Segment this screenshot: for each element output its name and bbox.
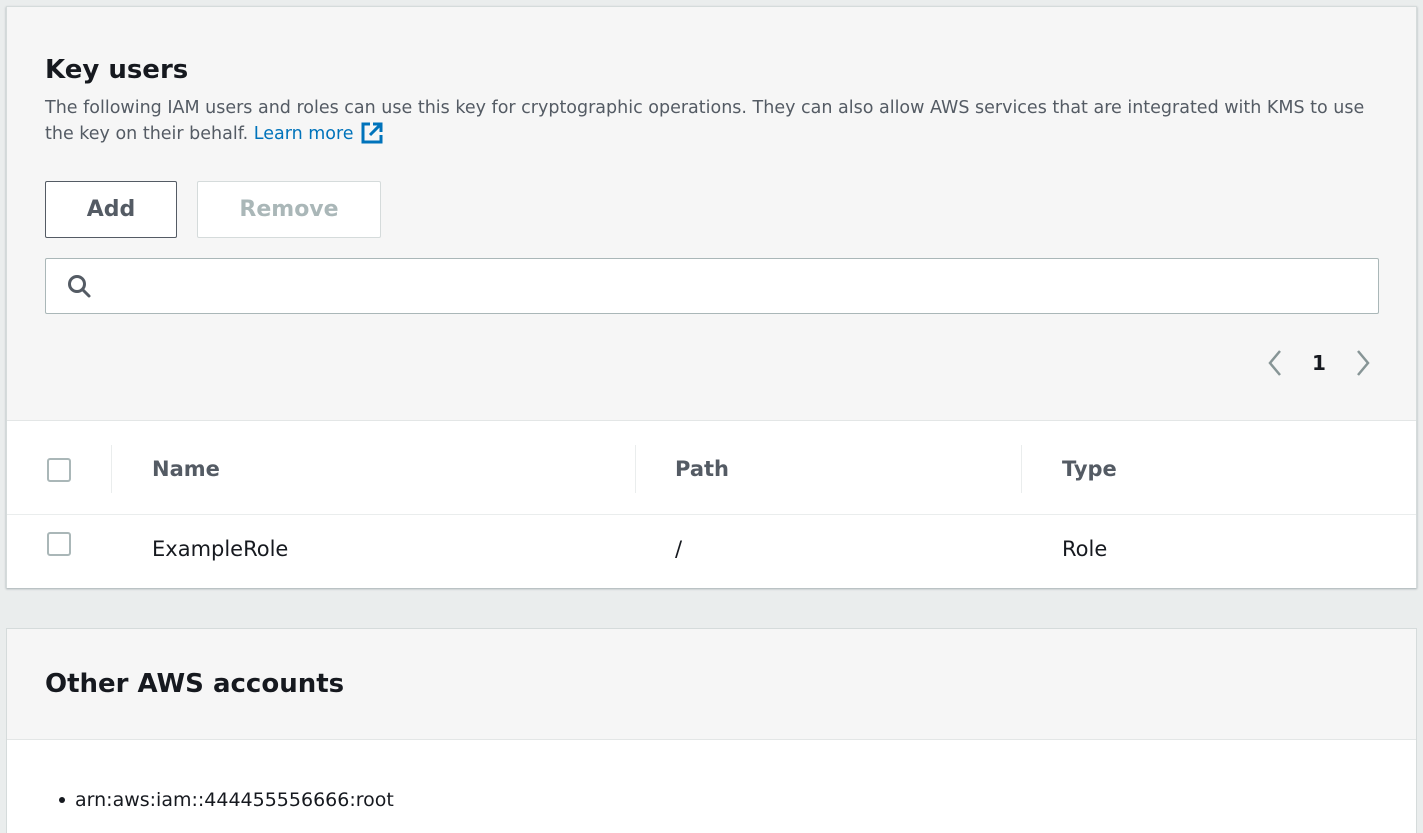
column-divider <box>635 445 636 493</box>
column-header-path[interactable]: Path <box>675 455 729 483</box>
bullet <box>59 797 65 803</box>
pagination: 1 <box>1258 343 1380 383</box>
list-item: arn:aws:iam::444455556666:root <box>45 787 394 813</box>
remove-button[interactable]: Remove <box>197 181 381 238</box>
key-users-description-text: The following IAM users and roles can us… <box>45 98 1365 144</box>
account-arn: arn:aws:iam::444455556666:root <box>75 789 394 811</box>
learn-more-label: Learn more <box>253 124 354 144</box>
account-list: arn:aws:iam::444455556666:root <box>45 787 394 813</box>
other-accounts-title: Other AWS accounts <box>45 669 345 699</box>
column-header-type[interactable]: Type <box>1062 455 1117 483</box>
column-header-name[interactable]: Name <box>152 455 220 483</box>
other-accounts-header: Other AWS accounts <box>7 629 1416 740</box>
chevron-left-icon[interactable] <box>1258 343 1292 383</box>
add-button[interactable]: Add <box>45 181 177 238</box>
key-users-panel: Key users The following IAM users and ro… <box>6 6 1417 588</box>
column-divider <box>1021 445 1022 493</box>
row-type: Role <box>1062 537 1108 561</box>
key-users-table: Name Path Type ExampleRole / Role <box>7 421 1416 588</box>
column-divider <box>111 445 112 493</box>
table-header: Name Path Type <box>7 421 1416 515</box>
search-icon <box>66 273 92 303</box>
learn-more-link[interactable]: Learn more <box>253 122 384 144</box>
chevron-right-icon[interactable] <box>1346 343 1380 383</box>
row-checkbox[interactable] <box>47 532 71 556</box>
external-link-icon <box>360 121 384 153</box>
row-path: / <box>675 537 683 561</box>
page-number[interactable]: 1 <box>1292 351 1346 375</box>
table-row[interactable]: ExampleRole / Role <box>7 515 1416 588</box>
key-users-title: Key users <box>45 55 189 85</box>
row-name: ExampleRole <box>152 537 289 561</box>
other-accounts-panel: Other AWS accounts arn:aws:iam::44445555… <box>6 628 1417 833</box>
key-users-description: The following IAM users and roles can us… <box>45 95 1365 153</box>
search-field[interactable] <box>45 258 1379 314</box>
select-all-checkbox[interactable] <box>47 458 71 482</box>
key-users-header: Key users The following IAM users and ro… <box>7 7 1416 421</box>
